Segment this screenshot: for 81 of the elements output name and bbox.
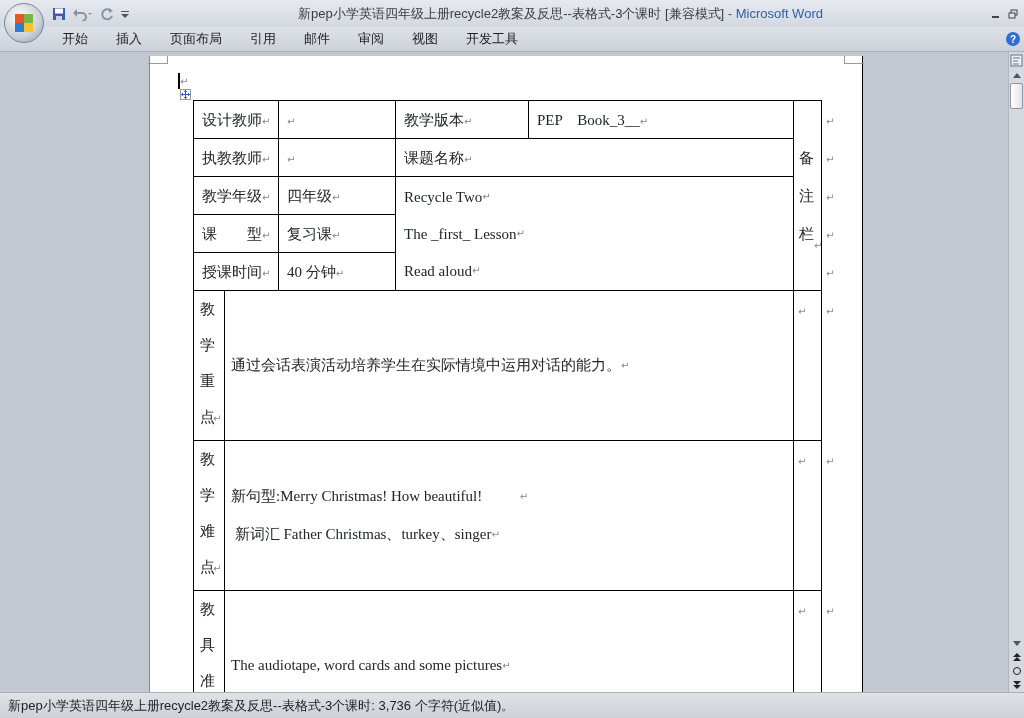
ribbon-tab[interactable]: 引用: [236, 29, 290, 49]
app-name: - Microsoft Word: [727, 5, 823, 21]
paragraph-mark: ↵: [213, 413, 222, 424]
ribbon-tab[interactable]: 开发工具: [452, 29, 532, 49]
paragraph-mark: ↵: [519, 490, 529, 504]
paragraph-mark: ↵: [262, 115, 271, 127]
paragraph-mark: ↵: [335, 267, 345, 279]
cell-text: 通过会话表演活动培养学生在实际情境中运用对话的能力。: [231, 356, 621, 376]
paragraph-mark: ↵: [826, 153, 835, 165]
paragraph-mark: ↵: [262, 191, 271, 203]
field-value: 四年级: [287, 187, 332, 204]
paragraph-mark: ↵: [826, 305, 835, 317]
section-label: 教具准: [200, 600, 215, 691]
paragraph-mark: ↵: [826, 115, 835, 127]
paragraph-mark: ↵: [639, 115, 649, 127]
previous-page-icon[interactable]: [1011, 652, 1022, 662]
paragraph-mark: ↵: [262, 267, 271, 279]
paragraph-mark: ↵: [621, 359, 630, 373]
scroll-thumb[interactable]: [1010, 83, 1023, 109]
cell-text: 新句型:Merry Christmas! How beautiful!: [231, 487, 484, 507]
field-label: 设计教师: [202, 111, 262, 128]
window-title: 新pep小学英语四年级上册recycle2教案及反思--表格式-3个课时 [兼容模式]: [298, 5, 725, 21]
office-logo-icon: [13, 12, 35, 34]
paragraph-mark: ↵: [464, 115, 473, 127]
topic-line: Recycle Two: [404, 187, 483, 206]
paragraph-mark: ↵: [826, 191, 835, 203]
paragraph-mark: ↵: [826, 267, 835, 279]
paragraph-mark: ↵: [262, 153, 271, 165]
move-handle-icon[interactable]: [180, 89, 191, 100]
paragraph-mark: ↵: [262, 229, 271, 241]
field-value: 40 分钟: [287, 263, 336, 280]
ribbon-tab[interactable]: 页面布局: [156, 29, 236, 49]
field-label: 课 型: [202, 225, 262, 242]
paragraph-mark: ↵: [798, 456, 807, 467]
field-label: 授课时间: [202, 263, 262, 280]
ribbon-tab[interactable]: 开始: [48, 29, 102, 49]
ribbon-tab[interactable]: 审阅: [344, 29, 398, 49]
cell-text: 新词汇 Father Christmas、turkey、singer: [233, 525, 492, 545]
help-icon[interactable]: ?: [1006, 32, 1020, 46]
section-label: 教学重点: [200, 300, 215, 427]
save-icon[interactable]: [52, 6, 66, 21]
paragraph-mark: ↵: [798, 306, 807, 317]
field-label: 课题名称: [404, 149, 464, 166]
paragraph-mark: ↵: [287, 153, 296, 165]
status-text: 新pep小学英语四年级上册recycle2教案及反思--表格式-3个课时: 3,736 个字符(近似值)。: [8, 696, 515, 715]
scroll-up-icon[interactable]: [1011, 71, 1022, 79]
paragraph-mark: ↵: [814, 239, 823, 251]
topic-line: The _first_ Lesson: [404, 224, 517, 243]
paragraph-mark: ↵: [332, 191, 341, 203]
paragraph-mark: ↵: [516, 227, 525, 240]
paragraph-mark: ↵: [826, 229, 835, 241]
paragraph-mark: ↵: [502, 659, 511, 671]
paragraph-mark: ↵: [826, 455, 835, 467]
paragraph-mark: ↵: [213, 563, 222, 574]
restore-icon[interactable]: [1007, 8, 1018, 19]
ribbon-tab[interactable]: 插入: [102, 29, 156, 49]
next-page-icon[interactable]: [1011, 680, 1022, 690]
paragraph-mark: ↵: [180, 74, 189, 89]
field-value: 复习课: [287, 225, 332, 242]
field-value: PEP Book_3__: [537, 111, 640, 128]
paragraph-mark: ↵: [826, 605, 835, 617]
paragraph-mark: ↵: [464, 153, 473, 165]
section-label: 教学难点: [200, 450, 215, 577]
paragraph-mark: ↵: [332, 229, 341, 241]
browse-object-icon[interactable]: [1011, 666, 1022, 676]
ribbon-tab[interactable]: 视图: [398, 29, 452, 49]
scroll-down-icon[interactable]: [1011, 640, 1022, 648]
paragraph-mark: ↵: [287, 115, 296, 127]
cell-text: The audiotape, word cards and some pictures: [231, 656, 503, 676]
paragraph-mark: ↵: [798, 606, 807, 617]
ribbon-tab[interactable]: 邮件: [290, 29, 344, 49]
paragraph-mark: ↵: [482, 190, 491, 203]
office-button[interactable]: [4, 3, 44, 43]
field-label: 教学版本: [404, 111, 464, 128]
field-label: 教学年级: [202, 187, 262, 204]
paragraph-mark: ↵: [471, 264, 481, 277]
remarks-label: 备注栏: [799, 148, 814, 244]
field-label: 执教教师: [202, 149, 262, 166]
ruler-toggle-icon[interactable]: [1010, 54, 1023, 67]
topic-line: Read aloud: [404, 261, 472, 280]
paragraph-mark: ↵: [491, 528, 500, 540]
